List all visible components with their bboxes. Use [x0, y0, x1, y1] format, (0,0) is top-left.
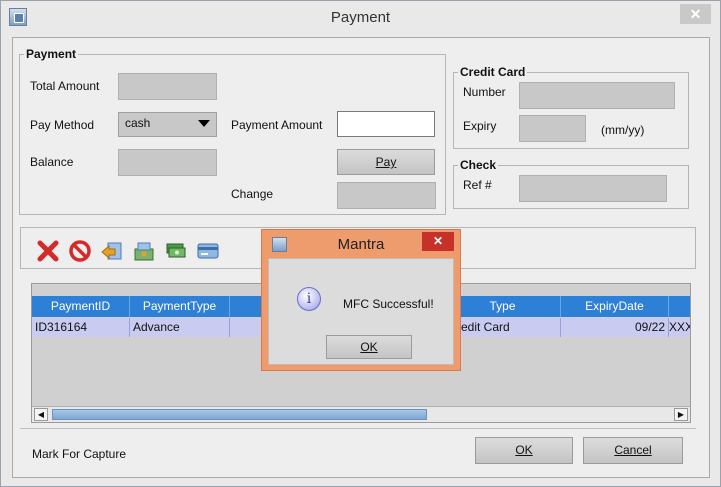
pay-button-label: Pay	[375, 155, 397, 169]
pay-button[interactable]: Pay	[337, 149, 435, 175]
dialog-close-button[interactable]: ✕	[422, 232, 454, 251]
pay-method-select[interactable]: cash	[118, 112, 217, 137]
delete-icon[interactable]	[34, 237, 61, 264]
divider	[20, 428, 696, 429]
check-ref-field	[519, 175, 667, 202]
payment-window: Payment ✕ Payment Total Amount Pay Metho…	[0, 0, 721, 487]
scroll-left-icon[interactable]: ◀	[34, 408, 48, 421]
total-amount-field	[118, 73, 217, 100]
cell-type: redit Card	[445, 318, 561, 337]
payment-amount-input[interactable]	[337, 111, 435, 137]
expiry-field	[519, 115, 586, 142]
pay-method-label: Pay Method	[30, 118, 95, 132]
dialog-ok-label: OK	[360, 340, 378, 354]
cell-paymenttype: Advance	[130, 318, 230, 337]
cancel-button-label: Cancel	[614, 443, 652, 457]
change-label: Change	[231, 187, 274, 201]
status-text: Mark For Capture	[32, 447, 127, 461]
column-header-expirydate[interactable]: ExpiryDate	[561, 296, 669, 317]
balance-label: Balance	[30, 155, 74, 169]
cancel-icon[interactable]	[66, 237, 93, 264]
dialog-message: MFC Successful!	[343, 297, 434, 311]
window-title: Payment	[330, 9, 391, 26]
total-amount-label: Total Amount	[30, 79, 100, 93]
check-legend: Check	[460, 158, 497, 172]
column-header-type[interactable]: Type	[445, 296, 561, 317]
cell-paymentid: ID316164	[32, 318, 130, 337]
dialog-ok-button[interactable]: OK	[326, 335, 412, 359]
payment-legend: Payment	[26, 47, 77, 61]
chevron-down-icon	[198, 120, 210, 127]
credit-card-legend: Credit Card	[460, 65, 526, 79]
expiry-label: Expiry	[463, 119, 497, 133]
change-field	[337, 182, 436, 209]
dialog-title-bar: Mantra ✕	[262, 230, 460, 258]
cell-expirydate: 09/22	[561, 318, 669, 337]
horizontal-scrollbar[interactable]: ◀ ▶	[32, 406, 690, 422]
scrollbar-thumb[interactable]	[52, 409, 427, 420]
pay-method-value: cash	[125, 116, 151, 130]
cash-icon[interactable]	[162, 237, 189, 264]
scroll-right-icon[interactable]: ▶	[674, 408, 688, 421]
balance-field	[118, 149, 217, 176]
cell-overflow: XXX	[669, 320, 690, 334]
column-header-paymentid[interactable]: PaymentID	[32, 296, 130, 317]
title-bar: Payment ✕	[1, 1, 720, 34]
capture-icon[interactable]	[130, 237, 157, 264]
info-icon: i	[297, 287, 321, 311]
column-header-paymenttype[interactable]: PaymentType	[130, 296, 230, 317]
ok-button[interactable]: OK	[475, 437, 573, 464]
payment-amount-label: Payment Amount	[231, 118, 323, 132]
ok-button-label: OK	[515, 443, 533, 457]
card-number-label: Number	[463, 85, 506, 99]
expiry-hint: (mm/yy)	[601, 123, 645, 137]
window-close-button[interactable]: ✕	[680, 4, 711, 24]
card-icon[interactable]	[194, 237, 221, 264]
cancel-button[interactable]: Cancel	[583, 437, 683, 464]
check-ref-label: Ref #	[463, 178, 492, 192]
card-number-field	[519, 82, 675, 109]
back-icon[interactable]	[98, 237, 125, 264]
